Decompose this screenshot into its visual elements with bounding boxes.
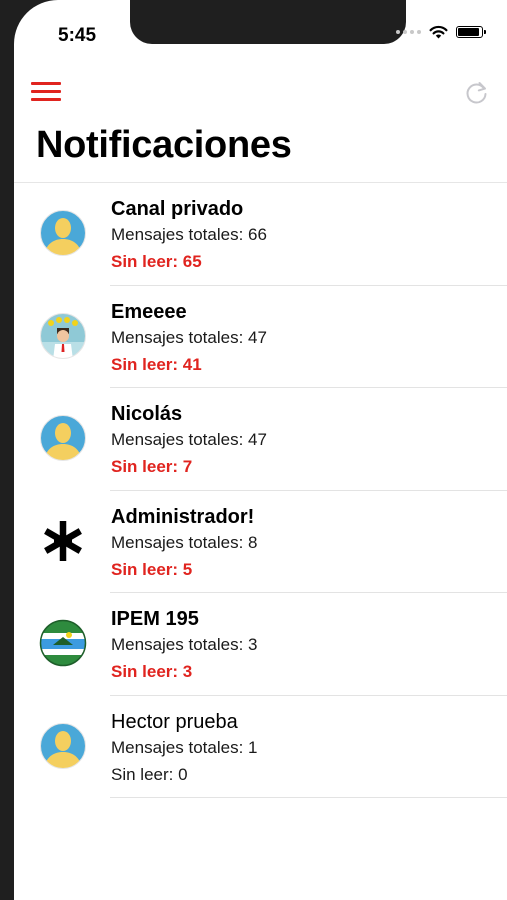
- unread-count: Sin leer: 0: [111, 764, 188, 784]
- page-title: Notificaciones: [36, 124, 292, 166]
- list-item[interactable]: Nicolás Mensajes totales: 47 Sin leer: 7: [14, 388, 507, 491]
- user-avatar-icon: [40, 210, 86, 256]
- menu-button[interactable]: [31, 82, 61, 102]
- user-avatar-icon: [40, 415, 86, 461]
- unread-count: Sin leer: 7: [111, 457, 193, 476]
- list-item[interactable]: Hector prueba Mensajes totales: 1 Sin le…: [14, 696, 507, 798]
- total-messages: Mensajes totales: 47: [111, 430, 267, 449]
- channel-name: Canal privado: [111, 198, 244, 220]
- list-item[interactable]: Canal privado Mensajes totales: 66 Sin l…: [14, 183, 507, 286]
- row-divider: [110, 797, 507, 798]
- signal-icon: [396, 30, 421, 34]
- channel-name: Hector prueba: [111, 710, 238, 733]
- notification-list: Canal privado Mensajes totales: 66 Sin l…: [14, 183, 507, 798]
- device-notch: [130, 0, 406, 44]
- list-item[interactable]: Emeeee Mensajes totales: 47 Sin leer: 41: [14, 286, 507, 388]
- total-messages: Mensajes totales: 47: [111, 327, 267, 347]
- unread-count: Sin leer: 65: [111, 252, 202, 271]
- refresh-icon[interactable]: [464, 80, 490, 106]
- total-messages: Mensajes totales: 1: [111, 737, 258, 757]
- list-item[interactable]: IPEM 195 Mensajes totales: 3 Sin leer: 3: [14, 593, 507, 696]
- total-messages: Mensajes totales: 8: [111, 532, 258, 552]
- status-time: 5:45: [58, 25, 97, 46]
- channel-name: Nicolás: [111, 403, 183, 425]
- list-item[interactable]: Administrador! Mensajes totales: 8 Sin l…: [14, 491, 507, 593]
- total-messages: Mensajes totales: 3: [111, 635, 258, 654]
- battery-icon: [456, 26, 486, 38]
- user-avatar-icon: [40, 722, 86, 769]
- total-messages: Mensajes totales: 66: [111, 225, 267, 244]
- unread-count: Sin leer: 3: [111, 662, 193, 681]
- channel-name: Emeeee: [111, 300, 187, 323]
- phone-screen: 5:45 Notificaciones Canal privado Mensaj…: [14, 0, 507, 900]
- school-emblem-icon: [39, 619, 87, 667]
- unread-count: Sin leer: 41: [111, 354, 202, 374]
- wifi-icon: [429, 25, 448, 39]
- status-icons: [396, 25, 486, 39]
- unread-count: Sin leer: 5: [111, 559, 193, 579]
- channel-name: Administrador!: [111, 505, 255, 528]
- cartoon-avatar-icon: [40, 312, 86, 359]
- channel-name: IPEM 195: [111, 608, 199, 630]
- asterisk-logo-icon: [44, 520, 82, 561]
